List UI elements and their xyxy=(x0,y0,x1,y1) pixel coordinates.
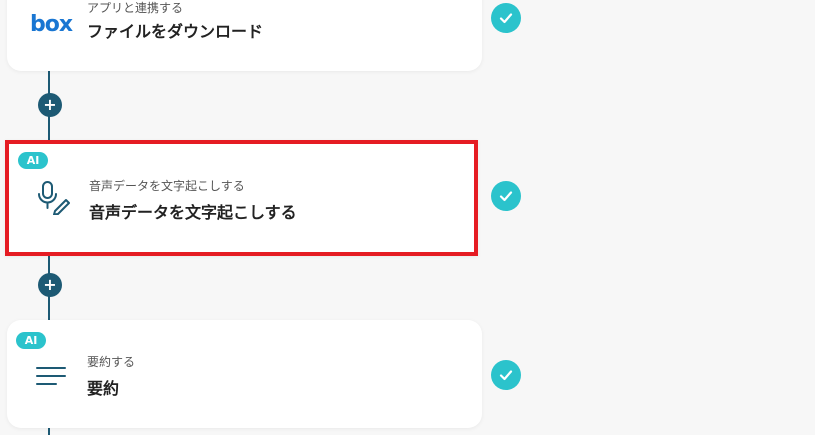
step-title: ファイルをダウンロード xyxy=(87,22,264,41)
add-step-button[interactable]: + xyxy=(38,93,62,117)
check-icon xyxy=(491,360,521,390)
step-card-box[interactable]: box アプリと連携する ファイルをダウンロード xyxy=(7,0,482,71)
step-card-transcribe[interactable]: AI 音声データを文字起こしする 音声データを文字起こしする xyxy=(5,140,478,256)
text-lines-icon xyxy=(31,356,71,396)
ai-badge: AI xyxy=(18,152,48,169)
box-logo-text: box xyxy=(29,11,73,37)
add-step-button[interactable]: + xyxy=(38,273,62,297)
check-icon xyxy=(491,181,521,211)
step-title: 要約 xyxy=(87,379,120,398)
ai-badge: AI xyxy=(16,332,46,349)
step-subtitle: 要約する xyxy=(87,355,136,369)
flow-connector xyxy=(48,428,50,435)
microphone-pen-icon xyxy=(33,177,73,217)
workflow-canvas: + + box アプリと連携する ファイルをダウンロード AI 音声データを文字… xyxy=(0,0,815,435)
step-card-summary[interactable]: AI 要約する 要約 xyxy=(7,320,482,428)
step-subtitle: 音声データを文字起こしする xyxy=(89,179,245,193)
step-subtitle: アプリと連携する xyxy=(87,1,184,15)
check-icon xyxy=(491,3,521,33)
box-logo-icon: box xyxy=(29,4,73,44)
step-title: 音声データを文字起こしする xyxy=(89,203,297,222)
